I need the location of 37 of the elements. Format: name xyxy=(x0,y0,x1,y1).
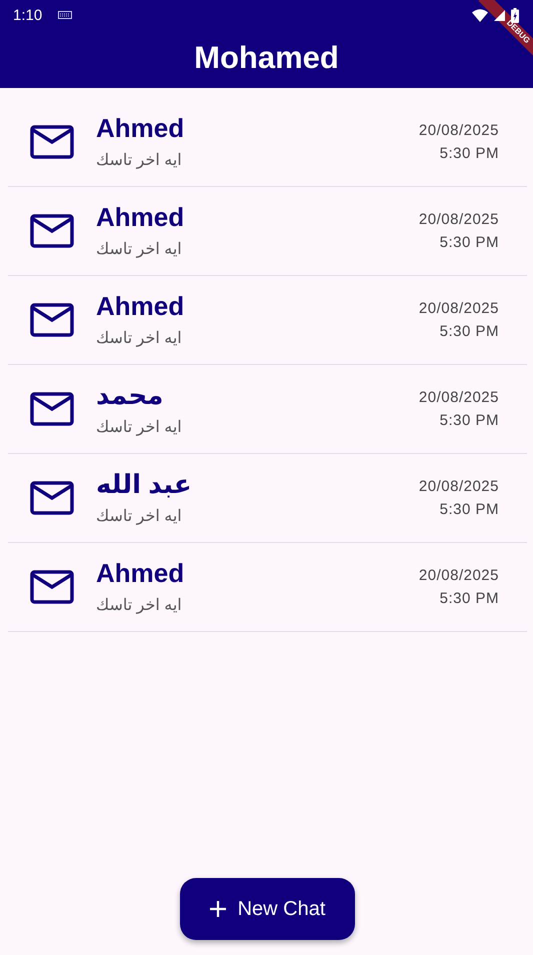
mail-icon xyxy=(30,125,74,159)
last-message: ايه اخر تاسك xyxy=(96,418,182,438)
message-date: 20/08/2025 xyxy=(418,478,499,495)
mail-icon xyxy=(30,392,74,426)
message-date: 20/08/2025 xyxy=(418,300,499,317)
keyboard-icon xyxy=(58,11,72,19)
wifi-icon xyxy=(472,8,488,22)
new-chat-button[interactable]: New Chat xyxy=(180,878,355,940)
message-time: 5:30 PM xyxy=(440,323,499,340)
contact-name: Ahmed xyxy=(96,202,184,232)
message-date: 20/08/2025 xyxy=(418,567,499,584)
mail-icon xyxy=(30,214,74,248)
contact-name: Ahmed xyxy=(96,292,184,320)
contact-name: عبد الله xyxy=(96,470,192,498)
contact-name: محمد xyxy=(96,380,164,410)
app-title: Mohamed xyxy=(194,42,339,73)
plus-icon xyxy=(210,901,226,917)
mail-icon xyxy=(30,303,74,337)
message-time: 5:30 PM xyxy=(440,234,499,251)
last-message: ايه اخر تاسك xyxy=(96,329,182,348)
status-time: 1:10 xyxy=(13,6,42,24)
signal-icon xyxy=(494,10,505,20)
message-time: 5:30 PM xyxy=(440,145,499,162)
last-message: ايه اخر تاسك xyxy=(96,596,182,616)
last-message: ايه اخر تاسك xyxy=(96,507,182,526)
message-date: 20/08/2025 xyxy=(418,389,499,406)
message-time: 5:30 PM xyxy=(440,412,499,429)
contact-name: Ahmed xyxy=(96,558,184,588)
contact-name: Ahmed xyxy=(96,114,184,142)
message-time: 5:30 PM xyxy=(440,501,499,518)
mail-icon xyxy=(30,481,74,515)
last-message: ايه اخر تاسك xyxy=(96,240,182,260)
message-date: 20/08/2025 xyxy=(418,211,499,228)
mail-icon xyxy=(30,570,74,604)
message-date: 20/08/2025 xyxy=(418,122,499,139)
message-time: 5:30 PM xyxy=(440,590,499,607)
last-message: ايه اخر تاسك xyxy=(96,151,182,170)
